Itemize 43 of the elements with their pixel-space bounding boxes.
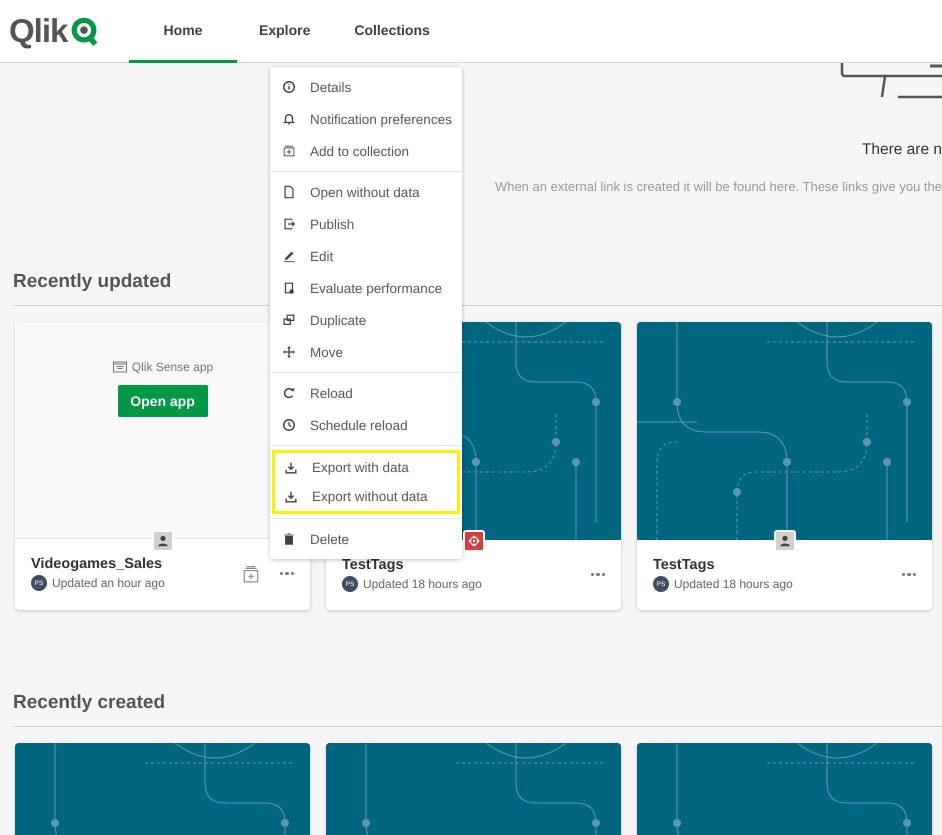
pencil-icon [282,249,296,263]
nav-tab[interactable]: Home [129,0,237,63]
app-window-icon [112,359,128,375]
menu-item[interactable]: Add to collection [270,135,462,167]
monitor-icon [840,63,942,99]
reload-icon [282,386,296,400]
clipboard-icon [282,281,296,295]
open-app-button[interactable]: Open app [118,385,208,417]
menu-item[interactable]: Notification preferences [270,103,462,135]
trash-icon [282,532,296,546]
add-to-collection-button[interactable] [242,564,260,582]
download-icon [284,460,298,474]
move-icon [282,345,296,359]
logo-text: Qlik [9,12,68,50]
app-title: Videogames_Sales [31,556,164,572]
nav-tab[interactable]: Explore [237,0,332,63]
download-icon [284,490,298,504]
menu-item[interactable]: Evaluate performance [270,272,462,304]
clock-icon [282,418,296,432]
menu-item[interactable]: Open without data [270,176,462,208]
logo-q-icon [69,16,100,46]
bell-icon [282,112,296,126]
add-collection-icon [242,564,260,582]
empty-state-description: When an external link is created it will be found here. These links give you the [494,179,942,194]
person-icon [156,534,170,548]
document-icon [282,185,296,199]
box-arrow-icon [282,217,296,231]
updated-time: Updated 18 hours ago [674,577,793,591]
copy-icon [282,313,296,327]
menu-item[interactable]: Details [270,71,462,103]
add-collection-icon [282,144,296,158]
app-title: TestTags [342,557,405,573]
network-icon [466,534,480,548]
updated-time: Updated 18 hours ago [363,577,482,591]
updated-time: Updated an hour ago [52,576,165,590]
empty-state-title: There are n [862,141,942,159]
section-heading: Recently created [13,610,942,727]
nav-tab[interactable]: Collections [332,0,452,63]
app-type-label: Qlik Sense app [132,360,214,374]
person-icon [778,534,792,548]
menu-item[interactable]: Publish [270,208,462,240]
info-icon [282,80,296,94]
app-title: TestTags [653,557,716,573]
